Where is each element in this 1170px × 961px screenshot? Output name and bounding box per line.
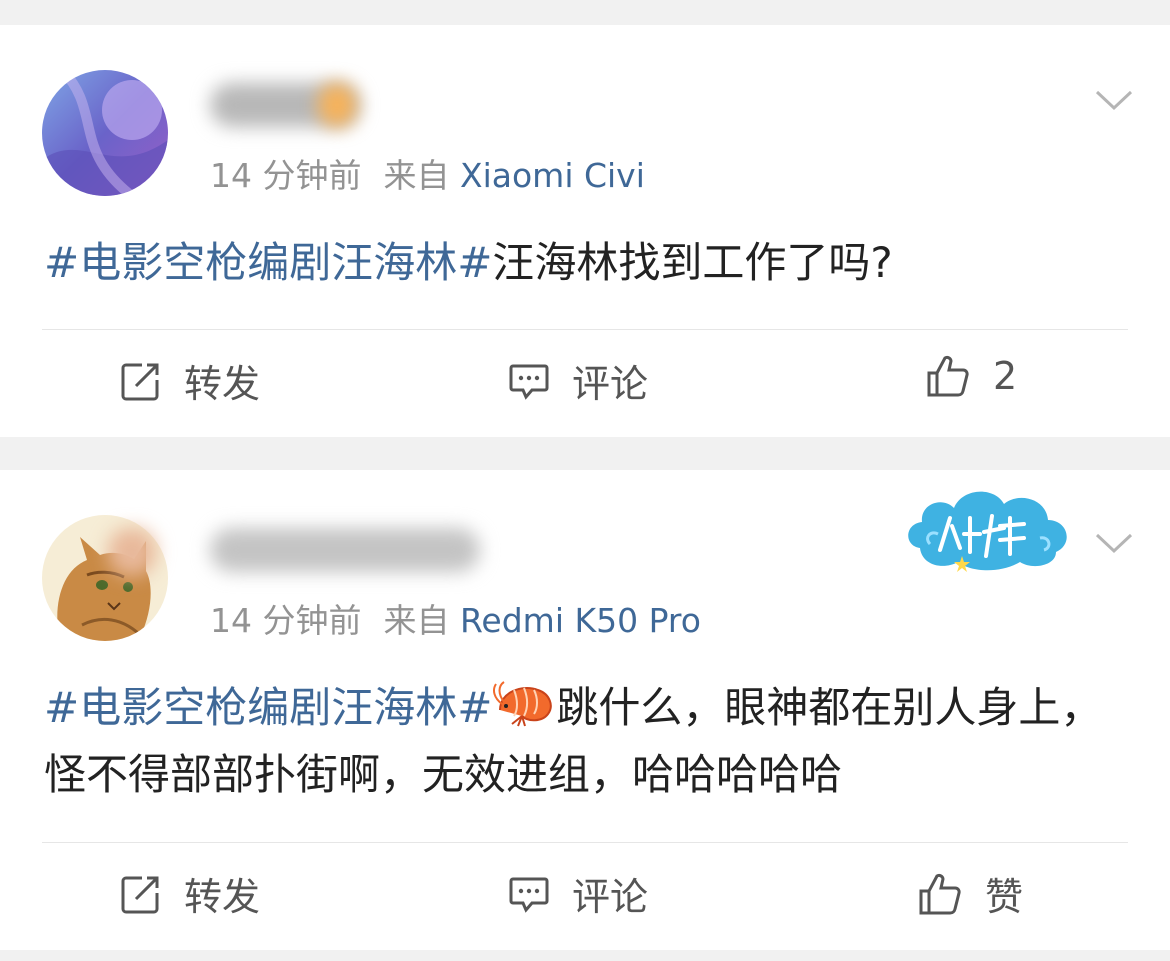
repost-label: 转发 — [184, 362, 261, 406]
comment-label: 评论 — [572, 362, 649, 406]
post-device[interactable]: Redmi K50 Pro — [460, 601, 701, 640]
repost-icon — [121, 363, 159, 400]
avatar[interactable] — [42, 70, 168, 196]
like-button[interactable]: 2 — [925, 353, 1017, 399]
username-blurred[interactable] — [210, 528, 480, 572]
cloud-sticker-icon[interactable] — [900, 478, 1078, 578]
thumbs-up-icon — [927, 355, 969, 397]
post-card[interactable]: 14 分钟前 来自 Redmi K50 Pro #电影空枪编剧汪海林# 跳什么，眼… — [0, 470, 1170, 950]
repost-label: 转发 — [184, 875, 261, 919]
divider — [42, 329, 1128, 330]
action-bar: 转发 评论 赞 — [0, 844, 1170, 944]
post-time: 14 分钟前 — [210, 156, 362, 195]
post-meta: 14 分钟前 来自 Xiaomi Civi — [210, 149, 645, 197]
post-text: 汪海林找到工作了吗? — [492, 238, 893, 287]
shrimp-emoji — [493, 681, 553, 727]
comment-button[interactable]: 评论 — [508, 353, 648, 408]
post-source-label: 来自 — [383, 156, 450, 195]
post-meta: 14 分钟前 来自 Redmi K50 Pro — [210, 594, 701, 642]
repost-button[interactable]: 转发 — [120, 866, 260, 921]
comment-button[interactable]: 评论 — [508, 866, 648, 921]
chevron-down-icon[interactable] — [1094, 530, 1134, 556]
post-content: #电影空枪编剧汪海林# 跳什么，眼神都在别人身上，怪不得部部扑街啊，无效进组，哈… — [44, 674, 1130, 808]
user-badge-blurred — [318, 83, 356, 127]
comment-label: 评论 — [572, 875, 649, 919]
action-bar: 转发 评论 2 — [0, 331, 1170, 431]
avatar-badge-blurred — [108, 528, 156, 576]
comment-icon — [509, 877, 549, 913]
post-content: #电影空枪编剧汪海林#汪海林找到工作了吗? — [44, 229, 1130, 296]
post-time: 14 分钟前 — [210, 601, 362, 640]
comment-icon — [509, 364, 549, 400]
topic-link[interactable]: #电影空枪编剧汪海林# — [44, 238, 492, 287]
like-label: 赞 — [985, 875, 1024, 919]
repost-button[interactable]: 转发 — [120, 353, 260, 408]
chevron-down-icon[interactable] — [1094, 87, 1134, 113]
repost-icon — [121, 876, 159, 913]
like-count: 2 — [993, 354, 1018, 398]
divider — [42, 842, 1128, 843]
like-button[interactable]: 赞 — [917, 866, 1023, 921]
post-device[interactable]: Xiaomi Civi — [460, 156, 645, 195]
topic-link[interactable]: #电影空枪编剧汪海林# — [44, 683, 492, 732]
thumbs-up-icon — [919, 873, 961, 914]
post-source-label: 来自 — [383, 601, 450, 640]
post-card[interactable]: 14 分钟前 来自 Xiaomi Civi #电影空枪编剧汪海林#汪海林找到工作了… — [0, 25, 1170, 437]
